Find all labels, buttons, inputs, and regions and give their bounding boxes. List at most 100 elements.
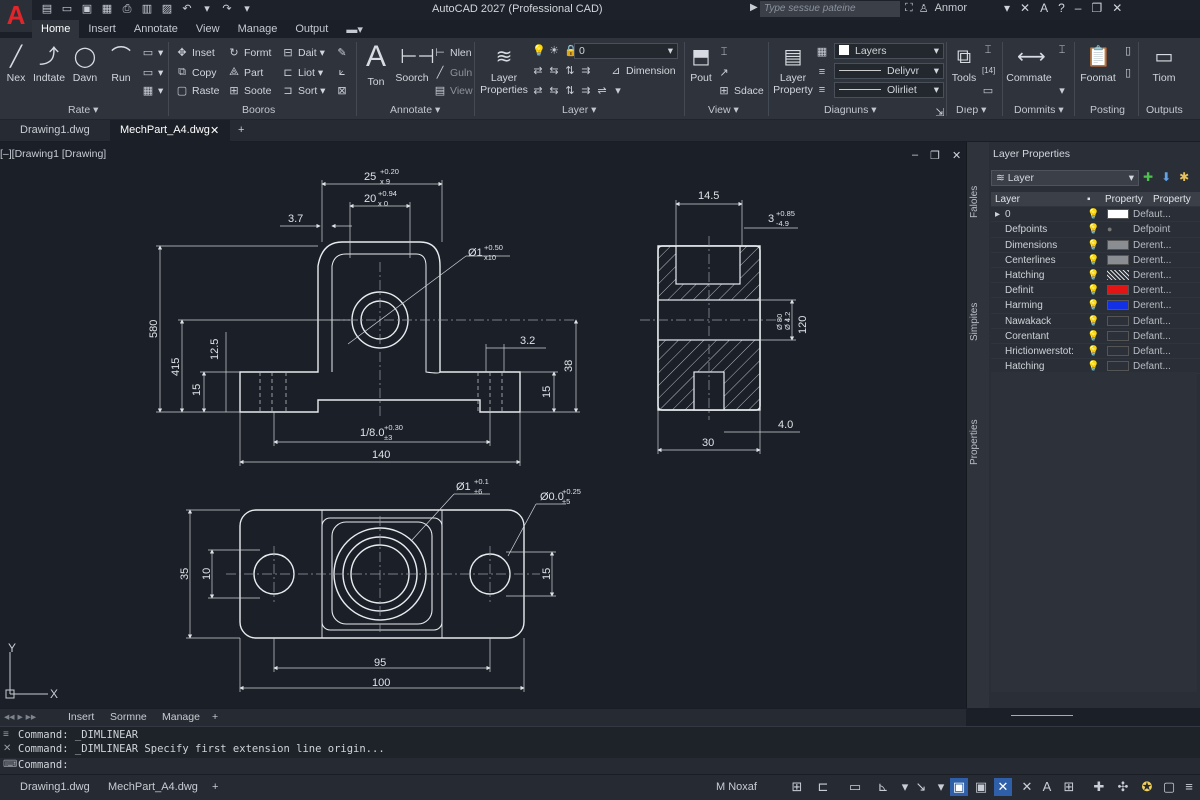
units-icon[interactable]: ⊞	[1060, 778, 1078, 796]
save-icon[interactable]: ▣	[80, 3, 94, 16]
tab-output[interactable]: Output	[286, 20, 337, 40]
new-file-icon[interactable]: ▤	[40, 3, 54, 16]
draw-panel-label[interactable]: Rate ▾	[68, 104, 98, 116]
scrollbar[interactable]	[1011, 715, 1073, 716]
tab-nav-arrows-icon[interactable]: ◂◂ ▸ ▸▸	[4, 711, 36, 723]
leader-button[interactable]: ⊢ Nlen	[434, 46, 471, 60]
exchange-icon[interactable]: ✕	[1020, 1, 1030, 15]
color-swatch[interactable]	[1107, 239, 1129, 250]
hatch-icon[interactable]: ▦ ▾	[142, 84, 163, 98]
view-tool2-icon[interactable]: ↗	[718, 66, 730, 79]
line-button[interactable]: ╱ Nex	[4, 46, 28, 84]
list-icon[interactable]: ≡	[816, 66, 828, 78]
command-history-icon[interactable]: ≡	[3, 729, 9, 740]
view-panel-label[interactable]: View ▾	[708, 104, 739, 116]
layout-tab-insert[interactable]: Insert	[68, 711, 94, 723]
part-button[interactable]: ⟁ Part	[228, 66, 263, 79]
settings-icon[interactable]: ✱	[1179, 170, 1189, 184]
view-tool1-icon[interactable]: ⌶	[718, 46, 730, 59]
lineweight-dropdown[interactable]: Olirliet ▾	[834, 82, 944, 98]
new-tab-icon[interactable]: +	[228, 120, 254, 142]
layers-dropdown[interactable]: Layers ▾	[834, 43, 944, 59]
outputs-panel-label[interactable]: Outputs	[1146, 104, 1183, 116]
share-icon[interactable]: ▨	[160, 3, 174, 16]
tools-panel-label[interactable]: Dıep ▾	[956, 104, 986, 116]
guide-button[interactable]: ╱ Guln	[434, 66, 473, 80]
layer-row[interactable]: 0 ▸ 💡 Defaut...	[991, 207, 1200, 223]
tool-a-icon[interactable]: ⌶	[982, 44, 994, 57]
redo-dropdown-icon[interactable]: ▾	[240, 3, 254, 16]
layer-row[interactable]: Hatching 💡 Derent...	[991, 268, 1200, 284]
tab-view[interactable]: View	[187, 20, 229, 40]
format-tool-icon[interactable]: ▯	[1122, 44, 1134, 57]
add-layout-icon[interactable]: +	[212, 711, 218, 723]
model-space-toggle[interactable]: M Noxaf	[716, 781, 757, 793]
new-layer-icon[interactable]: ✚	[1143, 170, 1153, 184]
tab-insert[interactable]: Insert	[79, 20, 125, 40]
color-swatch[interactable]	[1107, 361, 1129, 372]
lightbulb-icon[interactable]: 💡	[1087, 209, 1099, 220]
grid-icon[interactable]: ⊞	[788, 778, 806, 796]
user-icon[interactable]: ♙	[919, 2, 929, 15]
lightbulb-icon[interactable]: 💡	[1087, 224, 1099, 235]
list-button[interactable]: ⊏ Liot ▾	[282, 66, 323, 80]
quick-properties-icon[interactable]: ✚	[1090, 778, 1108, 796]
ellipse-icon[interactable]: ▭ ▾	[142, 66, 163, 80]
lightbulb-icon[interactable]: 💡	[1087, 331, 1099, 342]
lightbulb-icon[interactable]: 💡	[1087, 285, 1099, 296]
undo-dropdown-icon[interactable]: ▾	[200, 3, 214, 16]
user-area[interactable]: ⛶ ♙ Anmor	[905, 2, 967, 15]
clean-screen-icon[interactable]: ▢	[1160, 778, 1178, 796]
play-icon[interactable]: ▶	[750, 2, 758, 13]
hardware-accel-icon[interactable]: ✪	[1138, 778, 1156, 796]
explode-icon[interactable]: ⊠	[336, 84, 348, 97]
sdace-button[interactable]: ⊞ Sdace	[718, 84, 763, 98]
linetype-dropdown[interactable]: Deliyvr ▾	[834, 63, 944, 79]
color-swatch[interactable]	[1107, 209, 1129, 220]
list2-icon[interactable]: ≡	[816, 84, 828, 96]
match-icon[interactable]: ▦	[816, 45, 828, 58]
tool-b-icon[interactable]: [14]	[982, 66, 995, 75]
commate-panel-label[interactable]: Dommits ▾	[1014, 104, 1064, 116]
workspace-icon[interactable]: A	[1038, 778, 1056, 796]
bottom-add-tab-icon[interactable]: +	[212, 781, 218, 793]
tools-button[interactable]: ⧉ Tools	[950, 46, 978, 84]
lightbulb-icon[interactable]: 💡	[1087, 255, 1099, 266]
lightbulb-icon[interactable]: 💡	[1087, 300, 1099, 311]
layer-filter-dropdown[interactable]: ≋ Layer ▾	[991, 170, 1139, 186]
tab-annotate[interactable]: Annotate	[125, 20, 187, 40]
fillet-icon[interactable]: ⟀	[336, 66, 348, 79]
text-button[interactable]: A Ton	[362, 42, 390, 89]
maximize-icon[interactable]: ❐	[1091, 1, 1102, 15]
user-name[interactable]: Anmor	[935, 2, 967, 15]
layer-row[interactable]: Defpoints 💡 ● Defpoint	[991, 222, 1200, 238]
help-icon[interactable]: ?	[1058, 1, 1065, 15]
color-swatch[interactable]: ●	[1107, 224, 1129, 234]
panel-launcher-icon[interactable]: ⇲	[934, 106, 946, 119]
annotate-view-button[interactable]: ▤ View	[434, 84, 473, 98]
tiom-button[interactable]: ▭ Tiom	[1146, 46, 1182, 84]
redo-icon[interactable]: ↷	[220, 3, 234, 16]
undo-icon[interactable]: ↶	[180, 3, 194, 16]
doc-tab-mechpart[interactable]: MechPart_A4.dwg ✕	[110, 120, 230, 142]
arc-button[interactable]: ⌒ Run	[108, 46, 134, 84]
layer-row[interactable]: Corentant 💡 Defant...	[991, 329, 1200, 344]
viewport-minimize-icon[interactable]: –	[912, 149, 918, 162]
close-tab-icon[interactable]: ✕	[210, 124, 219, 137]
layer-row[interactable]: Dimensions 💡 Derent...	[991, 238, 1200, 253]
annotation-scale-icon[interactable]: ✕	[1018, 778, 1036, 796]
format-paste-button[interactable]: 📋 Foomat	[1080, 46, 1116, 84]
dropdown-icon[interactable]: ▾	[1004, 1, 1010, 15]
command-input[interactable]: ⌨ Command:	[0, 758, 1200, 774]
close-icon[interactable]: ✕	[1112, 1, 1122, 15]
merge-icon[interactable]: ⬇	[1161, 170, 1171, 184]
minimize-icon[interactable]: –	[1075, 1, 1082, 15]
drawing-canvas[interactable]: 25 +0.20 x 9 20 +0.94 x 0 3.7 Ø1 +0.50 x…	[0, 142, 966, 708]
annotate-panel-label[interactable]: Annotate ▾	[390, 104, 440, 116]
tab-home[interactable]: Home	[32, 20, 80, 40]
side-tab-simpites[interactable]: Simpites	[969, 292, 987, 352]
layer-panel-label[interactable]: Layer ▾	[562, 104, 596, 116]
layer-row[interactable]: Definit 💡 Derent...	[991, 283, 1200, 299]
side-tab-properties[interactable]: Properties	[969, 412, 987, 472]
side-tab-faloles[interactable]: Faloles	[969, 172, 987, 232]
